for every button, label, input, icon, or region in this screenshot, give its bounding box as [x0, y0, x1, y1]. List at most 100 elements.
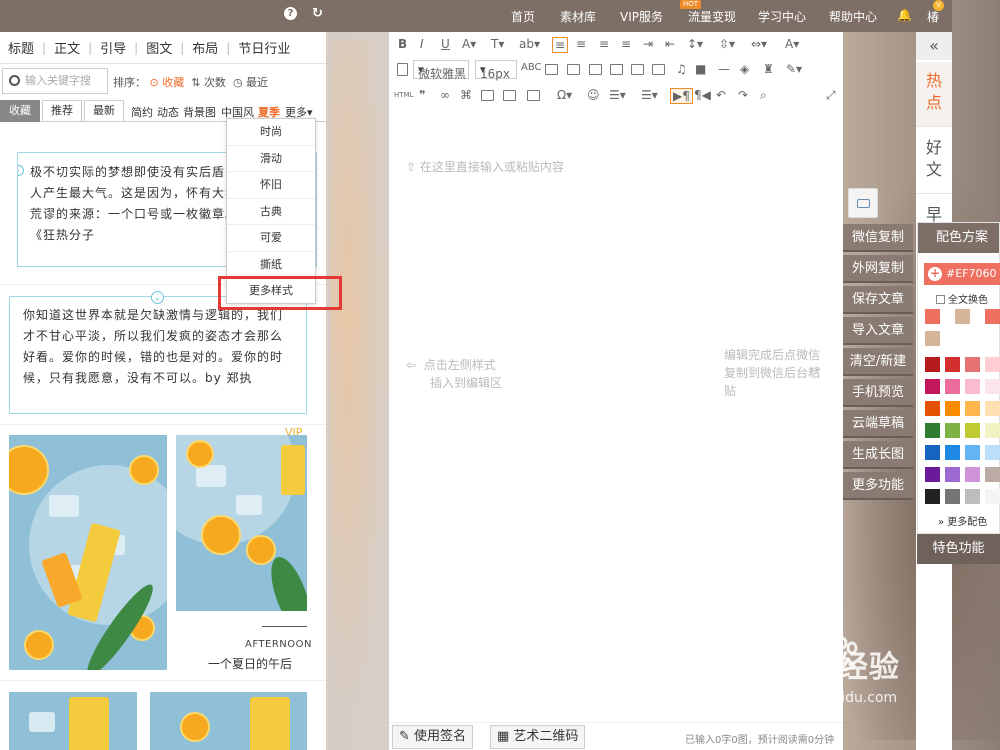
indent-icon[interactable]: ⇥ [643, 37, 653, 51]
font-size-select[interactable]: 16px ▾ [475, 60, 517, 81]
recent-swatch[interactable] [985, 309, 1000, 324]
color-swatch[interactable] [925, 423, 940, 438]
color-swatch[interactable] [925, 467, 940, 482]
italic-icon[interactable]: I [420, 37, 424, 51]
format-icon[interactable]: ABC [521, 62, 542, 73]
color-swatch[interactable] [925, 489, 940, 504]
color-swatch[interactable] [945, 423, 960, 438]
line-height-icon[interactable]: ↕▾ [687, 37, 703, 51]
color-swatch[interactable] [985, 401, 1000, 416]
frame-icon[interactable] [527, 90, 540, 101]
current-color[interactable]: + #EF7060 [924, 263, 1000, 285]
color-swatch[interactable] [965, 467, 980, 482]
dropdown-item-classic[interactable]: 古典 [227, 199, 315, 225]
color-swatch[interactable] [965, 423, 980, 438]
paragraph-spacing-icon[interactable]: ⇳▾ [719, 37, 735, 51]
word-icon[interactable] [610, 64, 623, 75]
bold-icon[interactable]: B [398, 37, 407, 51]
outdent-icon[interactable]: ⇤ [665, 37, 675, 51]
color-swatch[interactable] [925, 379, 940, 394]
color-swatch[interactable] [945, 445, 960, 460]
ordered-list-icon[interactable]: ☰▾ [641, 88, 658, 102]
align-justify-icon[interactable]: ≡ [621, 37, 631, 51]
color-swatch[interactable] [985, 379, 1000, 394]
color-swatch[interactable] [945, 401, 960, 416]
import-article-button[interactable]: 导入文章 [843, 317, 913, 345]
collapse-icon[interactable]: « [916, 32, 952, 60]
magic-wand-icon[interactable]: ✎▾ [786, 62, 802, 76]
wechat-copy-button[interactable]: 微信复制 [843, 224, 913, 252]
color-swatch[interactable] [925, 357, 940, 372]
color-swatch[interactable] [925, 445, 940, 460]
search-replace-icon[interactable]: ⌕ [760, 88, 767, 103]
html-icon[interactable]: HTML [394, 91, 413, 99]
category-title[interactable]: 标题 [4, 38, 38, 57]
category-image-text[interactable]: 图文 [142, 38, 176, 57]
link-icon[interactable]: ∞ [440, 88, 450, 102]
color-swatch[interactable] [965, 357, 980, 372]
video-icon[interactable]: ■ [695, 62, 706, 76]
cloud-draft-button[interactable]: 云端草稿 [843, 410, 913, 438]
quote-icon[interactable]: ❞ [419, 88, 425, 102]
tab-hot[interactable]: 热点 [916, 62, 952, 127]
long-image-button[interactable]: 生成长图 [843, 441, 913, 469]
color-swatch[interactable] [985, 357, 1000, 372]
color-swatch[interactable] [945, 467, 960, 482]
external-copy-button[interactable]: 外网复制 [843, 255, 913, 283]
bell-icon[interactable]: 🔔 [897, 8, 912, 22]
color-swatch[interactable] [945, 489, 960, 504]
dropdown-item-slide[interactable]: 滑动 [227, 146, 315, 172]
style-card-text[interactable]: ⌄ 你知道这世界本就是欠缺激情与逻辑的，我们才不甘心平淡，所以我们发疯的姿态才会… [9, 291, 307, 414]
category-holiday[interactable]: 节日行业 [234, 38, 294, 57]
color-swatch[interactable] [945, 379, 960, 394]
summer-image-bottom-right[interactable] [150, 692, 307, 750]
refresh-icon[interactable]: ↻ [311, 7, 324, 20]
undo-icon[interactable]: ↶ [716, 88, 726, 102]
mobile-preview-button[interactable]: 手机预览 [843, 379, 913, 407]
plus-icon[interactable]: + [928, 267, 942, 281]
nav-monetize[interactable]: 流量变现 [688, 8, 736, 25]
music-icon[interactable]: ♫ [676, 62, 687, 76]
subtab-background[interactable]: 背景图 [183, 104, 216, 120]
color-swatch[interactable] [965, 445, 980, 460]
color-swatch[interactable] [985, 423, 1000, 438]
template-icon[interactable] [481, 90, 494, 101]
color-swatch[interactable] [945, 357, 960, 372]
tab-recommended[interactable]: 推荐 [42, 100, 82, 122]
nav-learn[interactable]: 学习中心 [758, 8, 806, 25]
save-article-button[interactable]: 保存文章 [843, 286, 913, 314]
category-layout[interactable]: 布局 [188, 38, 222, 57]
emoji-icon[interactable]: ☺ [587, 88, 600, 102]
recent-swatch[interactable] [925, 309, 940, 324]
align-right-icon[interactable]: ≡ [599, 37, 609, 51]
dropdown-item-cute[interactable]: 可爱 [227, 225, 315, 252]
subtab-simple[interactable]: 简约 [131, 104, 153, 120]
fulltext-recolor-checkbox[interactable]: 全文换色 [936, 291, 988, 306]
sort-recent[interactable]: ◷ 最近 [233, 76, 268, 89]
color-swatch[interactable] [925, 401, 940, 416]
sort-favorite[interactable]: ⊙ 收藏 [150, 76, 185, 89]
gallery-icon[interactable] [652, 64, 665, 75]
color-swatch[interactable] [985, 467, 1000, 482]
paragraph-ltr-icon[interactable]: ▶¶ [670, 88, 693, 104]
color-swatch[interactable] [965, 379, 980, 394]
color-swatch[interactable] [965, 401, 980, 416]
art-qrcode-button[interactable]: ▦ 艺术二维码 [490, 725, 586, 749]
font-family-select[interactable]: 微软雅黑 ▾ [413, 60, 469, 81]
image-icon[interactable] [567, 64, 580, 75]
special-features-button[interactable]: 特色功能 [917, 534, 1000, 564]
nav-home[interactable]: 首页 [511, 8, 535, 25]
layout-icon[interactable] [503, 90, 516, 101]
document-icon[interactable] [397, 63, 408, 76]
wechat-icon[interactable] [848, 188, 878, 218]
summer-image-right[interactable] [176, 435, 307, 611]
letter-spacing-icon[interactable]: ⇔▾ [751, 37, 767, 51]
color-swatch[interactable] [965, 489, 980, 504]
strike-icon[interactable]: T▾ [491, 37, 504, 51]
special-char-icon[interactable]: Ω▾ [557, 88, 572, 102]
tab-latest[interactable]: 最新 [84, 100, 124, 122]
copy-format-icon[interactable] [589, 64, 602, 75]
underline-icon[interactable]: U [441, 37, 450, 51]
format-brush-icon[interactable]: ♜ [763, 62, 774, 76]
nav-vip[interactable]: VIP服务 [620, 8, 663, 25]
